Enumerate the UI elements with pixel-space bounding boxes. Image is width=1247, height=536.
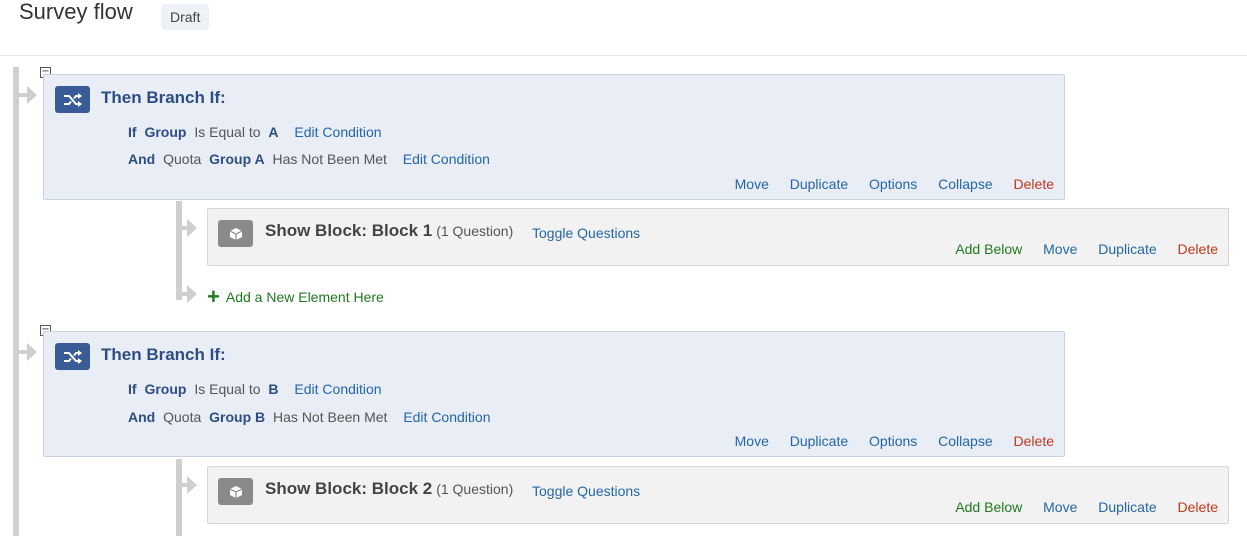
condition-field: Quota (163, 409, 202, 425)
duplicate-button[interactable]: Duplicate (1098, 241, 1156, 257)
move-button[interactable]: Move (735, 176, 769, 192)
add-below-button[interactable]: Add Below (955, 241, 1022, 257)
question-count: (1 Question) (436, 223, 514, 239)
duplicate-button[interactable]: Duplicate (790, 433, 848, 449)
branch-condition: And Quota Group A Has Not Been Met Edit … (128, 151, 494, 167)
page-header: Survey flow Draft (0, 0, 1247, 56)
branch-actions: Move Duplicate Options Collapse Delete (718, 176, 1054, 192)
branch-title: Then Branch If: (101, 345, 226, 364)
block-element: Show Block: Block 2 (1 Question) Toggle Q… (207, 466, 1229, 524)
cube-icon (218, 220, 253, 247)
question-count: (1 Question) (436, 481, 514, 497)
move-button[interactable]: Move (1043, 499, 1077, 515)
block-title: Show Block: Block 2 (1 Question) (265, 479, 513, 499)
branch-icon (55, 86, 90, 113)
condition-operator: Is Equal to (194, 381, 261, 397)
branch-actions: Move Duplicate Options Collapse Delete (718, 433, 1054, 449)
condition-conjunction: And (128, 151, 156, 167)
edit-condition-link[interactable]: Edit Condition (403, 151, 490, 167)
block-title: Show Block: Block 1 (1 Question) (265, 221, 513, 241)
delete-button[interactable]: Delete (1178, 241, 1218, 257)
delete-button[interactable]: Delete (1014, 176, 1054, 192)
flow-arrow (27, 86, 37, 104)
edit-condition-link[interactable]: Edit Condition (294, 381, 381, 397)
edit-condition-link[interactable]: Edit Condition (294, 124, 381, 140)
collapse-button[interactable]: Collapse (938, 176, 992, 192)
flow-arrow (187, 219, 197, 237)
condition-operator: Is Equal to (194, 124, 261, 140)
branch-element: Then Branch If: If Group Is Equal to B E… (43, 331, 1065, 457)
condition-field: Quota (163, 151, 202, 167)
condition-field: Group (144, 381, 187, 397)
block-name: Show Block: Block 1 (265, 221, 433, 240)
flow-main-line (13, 67, 19, 536)
block-element: Show Block: Block 1 (1 Question) Toggle Q… (207, 208, 1229, 266)
move-button[interactable]: Move (735, 433, 769, 449)
duplicate-button[interactable]: Duplicate (1098, 499, 1156, 515)
block-actions: Add Below Move Duplicate Delete (938, 241, 1218, 257)
page-title: Survey flow (19, 0, 133, 24)
condition-operator: Has Not Been Met (273, 409, 388, 425)
add-element-button[interactable]: + Add a New Element Here (207, 284, 384, 310)
flow-sub-line (176, 459, 182, 536)
add-below-button[interactable]: Add Below (955, 499, 1022, 515)
condition-quota: Group B (209, 409, 266, 425)
duplicate-button[interactable]: Duplicate (790, 176, 848, 192)
edit-condition-link[interactable]: Edit Condition (403, 409, 490, 425)
cube-icon (218, 478, 253, 505)
flow-arrow (187, 285, 197, 303)
plus-icon: + (207, 284, 220, 309)
condition-conjunction: If (128, 381, 137, 397)
add-element-label: Add a New Element Here (225, 289, 384, 305)
flow-arrow (27, 343, 37, 361)
condition-operator: Has Not Been Met (272, 151, 387, 167)
branch-condition: If Group Is Equal to B Edit Condition (128, 381, 386, 397)
status-badge: Draft (161, 4, 210, 30)
options-button[interactable]: Options (869, 433, 917, 449)
condition-value: A (268, 124, 279, 140)
branch-title: Then Branch If: (101, 88, 226, 107)
condition-field: Group (144, 124, 187, 140)
branch-condition: And Quota Group B Has Not Been Met Edit … (128, 409, 494, 425)
delete-button[interactable]: Delete (1014, 433, 1054, 449)
move-button[interactable]: Move (1043, 241, 1077, 257)
condition-value: B (268, 381, 279, 397)
branch-icon (55, 343, 90, 370)
toggle-questions-link[interactable]: Toggle Questions (532, 225, 640, 241)
condition-conjunction: If (128, 124, 137, 140)
condition-conjunction: And (128, 409, 156, 425)
collapse-button[interactable]: Collapse (938, 433, 992, 449)
flow-sub-line (176, 201, 182, 300)
block-actions: Add Below Move Duplicate Delete (938, 499, 1218, 515)
flow-arrow (187, 476, 197, 494)
options-button[interactable]: Options (869, 176, 917, 192)
toggle-questions-link[interactable]: Toggle Questions (532, 483, 640, 499)
delete-button[interactable]: Delete (1178, 499, 1218, 515)
branch-condition: If Group Is Equal to A Edit Condition (128, 124, 386, 140)
condition-quota: Group A (209, 151, 265, 167)
branch-element: Then Branch If: If Group Is Equal to A E… (43, 74, 1065, 200)
block-name: Show Block: Block 2 (265, 479, 433, 498)
